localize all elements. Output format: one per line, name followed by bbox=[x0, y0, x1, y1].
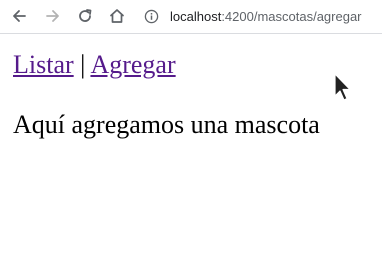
address-bar[interactable]: localhost:4200/mascotas/agregar bbox=[140, 3, 382, 30]
browser-toolbar: localhost:4200/mascotas/agregar bbox=[0, 0, 382, 34]
reload-button[interactable] bbox=[74, 5, 96, 27]
listar-link[interactable]: Listar bbox=[13, 50, 74, 79]
home-button[interactable] bbox=[106, 5, 128, 27]
arrow-right-icon bbox=[46, 10, 59, 22]
mouse-cursor-icon bbox=[334, 73, 351, 101]
back-button[interactable] bbox=[8, 5, 30, 27]
page-content: Listar | Agregar Aquí agregamos una masc… bbox=[0, 34, 382, 258]
info-icon[interactable] bbox=[140, 6, 162, 28]
forward-button[interactable] bbox=[42, 5, 64, 27]
url-path: :4200/mascotas/agregar bbox=[221, 9, 362, 24]
nav-separator: | bbox=[80, 50, 86, 79]
page-heading: Aquí agregamos una mascota bbox=[13, 110, 320, 139]
url-host: localhost bbox=[170, 9, 222, 24]
arrow-left-icon bbox=[13, 10, 26, 22]
nav-links: Listar | Agregar bbox=[13, 50, 176, 80]
agregar-link[interactable]: Agregar bbox=[90, 50, 175, 79]
reload-icon bbox=[79, 9, 92, 22]
home-icon bbox=[110, 9, 124, 23]
